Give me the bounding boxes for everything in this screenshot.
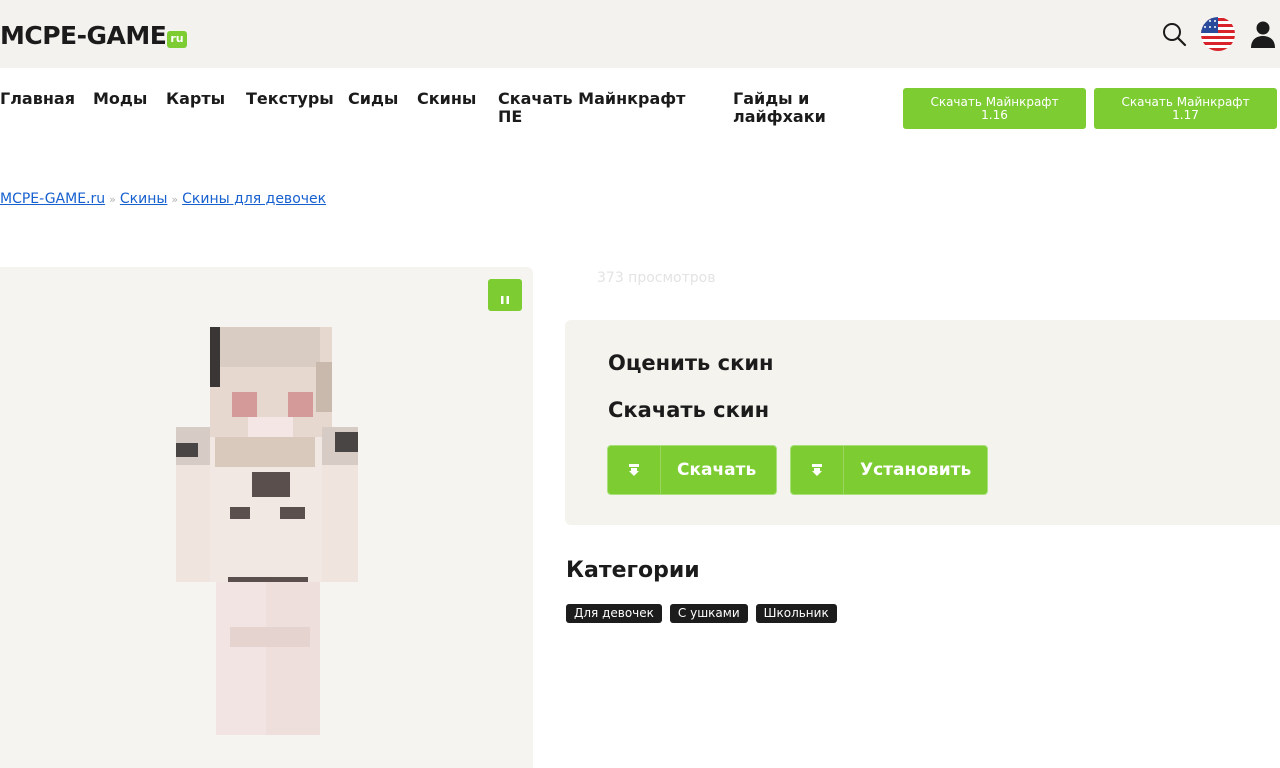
nav-item-download-pe-line1: Скачать Майнкрафт bbox=[498, 89, 686, 108]
user-icon[interactable] bbox=[1248, 19, 1278, 49]
install-button[interactable]: Установить bbox=[790, 445, 988, 495]
breadcrumb-separator: » bbox=[109, 193, 116, 206]
download-117-line1: Скачать Майнкрафт bbox=[1121, 94, 1250, 109]
skin-3d-preview[interactable] bbox=[0, 267, 533, 768]
rate-skin-title: Оценить скин bbox=[608, 351, 774, 375]
download-button[interactable]: Скачать bbox=[607, 445, 777, 495]
logo-text: MCPE-GAME bbox=[0, 21, 167, 50]
tag-schoolkid[interactable]: Школьник bbox=[755, 604, 837, 623]
header: MCPE-GAME ru bbox=[0, 0, 1280, 68]
header-icons bbox=[1160, 16, 1280, 52]
nav-item-download-pe-line2: ПЕ bbox=[498, 107, 523, 126]
search-icon[interactable] bbox=[1160, 20, 1188, 48]
download-button-label: Скачать bbox=[677, 460, 757, 480]
main-nav: Главная Моды Карты Текстуры Сиды Скины С… bbox=[0, 90, 1280, 130]
breadcrumb-home[interactable]: MCPE-GAME.ru bbox=[0, 191, 105, 207]
breadcrumb-girls-skins[interactable]: Скины для девочек bbox=[182, 191, 326, 207]
category-tags: Для девочек С ушками Школьник bbox=[566, 604, 845, 623]
breadcrumb-separator: » bbox=[171, 193, 179, 206]
nav-item-guides[interactable]: Гайды и лайфхаки bbox=[733, 90, 826, 126]
download-skin-title: Скачать скин bbox=[608, 398, 770, 422]
nav-item-maps[interactable]: Карты bbox=[166, 90, 225, 108]
us-flag-icon[interactable] bbox=[1200, 16, 1236, 52]
nav-item-guides-line1: Гайды и bbox=[733, 89, 810, 108]
nav-item-seeds[interactable]: Сиды bbox=[348, 90, 398, 108]
nav-item-skins[interactable]: Скины bbox=[417, 90, 476, 108]
download-117-button[interactable]: Скачать Майнкрафт 1.17 bbox=[1094, 88, 1277, 129]
nav-item-mods[interactable]: Моды bbox=[93, 90, 147, 108]
tag-with-ears[interactable]: С ушками bbox=[669, 604, 748, 623]
nav-item-home[interactable]: Главная bbox=[0, 90, 75, 108]
site-logo[interactable]: MCPE-GAME ru bbox=[0, 20, 187, 50]
views-count: 373 просмотров bbox=[597, 270, 716, 286]
download-116-button[interactable]: Скачать Майнкрафт 1.16 bbox=[903, 88, 1086, 129]
nav-item-guides-line2: лайфхаки bbox=[733, 107, 826, 126]
pause-icon bbox=[500, 290, 510, 304]
nav-item-textures[interactable]: Текстуры bbox=[246, 90, 334, 108]
breadcrumb: MCPE-GAME.ru» Скины» Скины для девочек bbox=[0, 190, 326, 209]
download-icon bbox=[608, 446, 661, 494]
install-icon bbox=[791, 446, 844, 494]
pause-button[interactable] bbox=[488, 279, 522, 311]
tag-for-girls[interactable]: Для девочек bbox=[566, 604, 662, 623]
breadcrumb-skins[interactable]: Скины bbox=[120, 191, 168, 207]
skin-preview-panel[interactable] bbox=[0, 267, 533, 768]
download-116-line2: 1.16 bbox=[981, 107, 1008, 122]
download-116-line1: Скачать Майнкрафт bbox=[930, 94, 1059, 109]
download-117-line2: 1.17 bbox=[1172, 107, 1199, 122]
logo-suffix: ru bbox=[167, 31, 187, 48]
nav-item-download-pe[interactable]: Скачать Майнкрафт ПЕ bbox=[498, 90, 685, 126]
categories-title: Категории bbox=[566, 558, 700, 583]
install-button-label: Установить bbox=[860, 460, 972, 480]
